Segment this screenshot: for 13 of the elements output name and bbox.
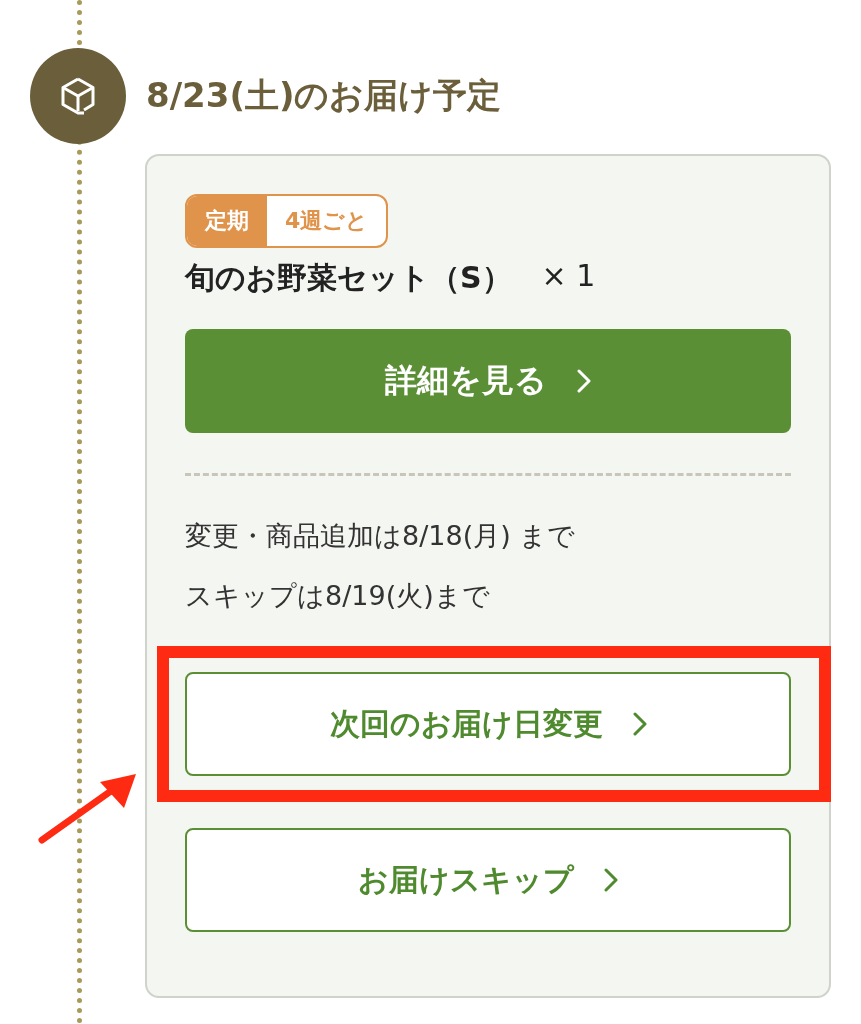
delivery-action-button[interactable]: 次回のお届け日変更 xyxy=(185,672,791,776)
product-name: 旬のお野菜セット（S） xyxy=(185,259,512,297)
chevron-right-icon xyxy=(604,868,618,892)
chevron-right-icon xyxy=(577,369,591,393)
deadline-text: スキップは8/19(火)まで xyxy=(185,579,491,613)
subscription-type-label: 定期 xyxy=(187,196,267,246)
product-quantity: × 1 xyxy=(541,258,596,295)
delivery-action-button[interactable]: お届けスキップ xyxy=(185,828,791,932)
deadline-text: 変更・商品追加は8/18(月) まで xyxy=(185,519,577,553)
interval-label: 4週ごと xyxy=(284,207,370,235)
delivery-date-heading: 8/23(土)のお届け予定 xyxy=(146,74,502,117)
details-button[interactable]: 詳細を見る xyxy=(185,329,791,433)
chevron-right-icon xyxy=(632,712,647,736)
